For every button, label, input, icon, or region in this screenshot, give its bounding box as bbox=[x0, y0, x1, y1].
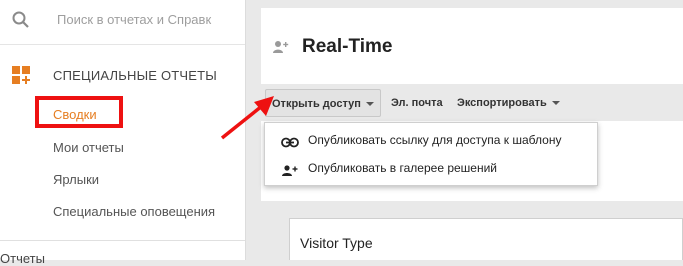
menu-item-publish-gallery[interactable]: Опубликовать в галерее решений bbox=[265, 154, 597, 182]
menu-item-label: Опубликовать в галерее решений bbox=[308, 161, 498, 175]
widget-title: Visitor Type bbox=[300, 235, 373, 251]
export-button[interactable]: Экспортировать bbox=[451, 89, 566, 117]
email-button[interactable]: Эл. почта bbox=[385, 89, 449, 117]
email-button-label: Эл. почта bbox=[391, 97, 443, 109]
share-button-label: Открыть доступ bbox=[272, 98, 361, 110]
title-card: Real-Time bbox=[261, 8, 683, 84]
add-person-icon[interactable] bbox=[273, 40, 289, 54]
visitor-type-widget: Visitor Type bbox=[289, 218, 683, 260]
annotation-arrow bbox=[220, 96, 274, 140]
dashboard-icon bbox=[12, 66, 32, 86]
share-dropdown-menu: Опубликовать ссылку для доступа к шаблон… bbox=[264, 122, 598, 186]
menu-item-share-template-link[interactable]: Опубликовать ссылку для доступа к шаблон… bbox=[265, 126, 597, 154]
export-button-label: Экспортировать bbox=[457, 97, 547, 109]
toolbar: Открыть доступ Эл. почта Экспортировать bbox=[261, 88, 683, 118]
menu-item-label: Опубликовать ссылку для доступа к шаблон… bbox=[308, 133, 562, 147]
chevron-down-icon bbox=[551, 101, 560, 106]
custom-reports-section[interactable]: СПЕЦИАЛЬНЫЕ ОТЧЕТЫ bbox=[0, 60, 245, 90]
sidebar-item-my-reports[interactable]: Мои отчеты bbox=[53, 140, 124, 155]
link-icon bbox=[281, 135, 299, 148]
page-title: Real-Time bbox=[302, 36, 393, 57]
share-button[interactable]: Открыть доступ bbox=[265, 89, 381, 117]
main-area: Real-Time Открыть доступ Эл. почта Экспо… bbox=[261, 0, 683, 260]
sidebar: Поиск в отчетах и Справк СПЕЦИАЛЬНЫЕ ОТЧ… bbox=[0, 0, 246, 266]
add-person-icon bbox=[281, 163, 299, 176]
sidebar-item-dashboards[interactable]: Сводки bbox=[53, 107, 97, 122]
sidebar-divider bbox=[0, 240, 245, 241]
search-icon[interactable] bbox=[11, 10, 31, 30]
section-label: СПЕЦИАЛЬНЫЕ ОТЧЕТЫ bbox=[53, 68, 217, 83]
sidebar-item-shortcuts[interactable]: Ярлыки bbox=[53, 172, 99, 187]
search-input[interactable]: Поиск в отчетах и Справк bbox=[57, 12, 243, 27]
chevron-down-icon bbox=[365, 102, 374, 107]
sidebar-item-custom-alerts[interactable]: Специальные оповещения bbox=[53, 204, 215, 219]
sidebar-item-reports[interactable]: Отчеты bbox=[0, 251, 45, 266]
search-row[interactable]: Поиск в отчетах и Справк bbox=[0, 0, 245, 45]
